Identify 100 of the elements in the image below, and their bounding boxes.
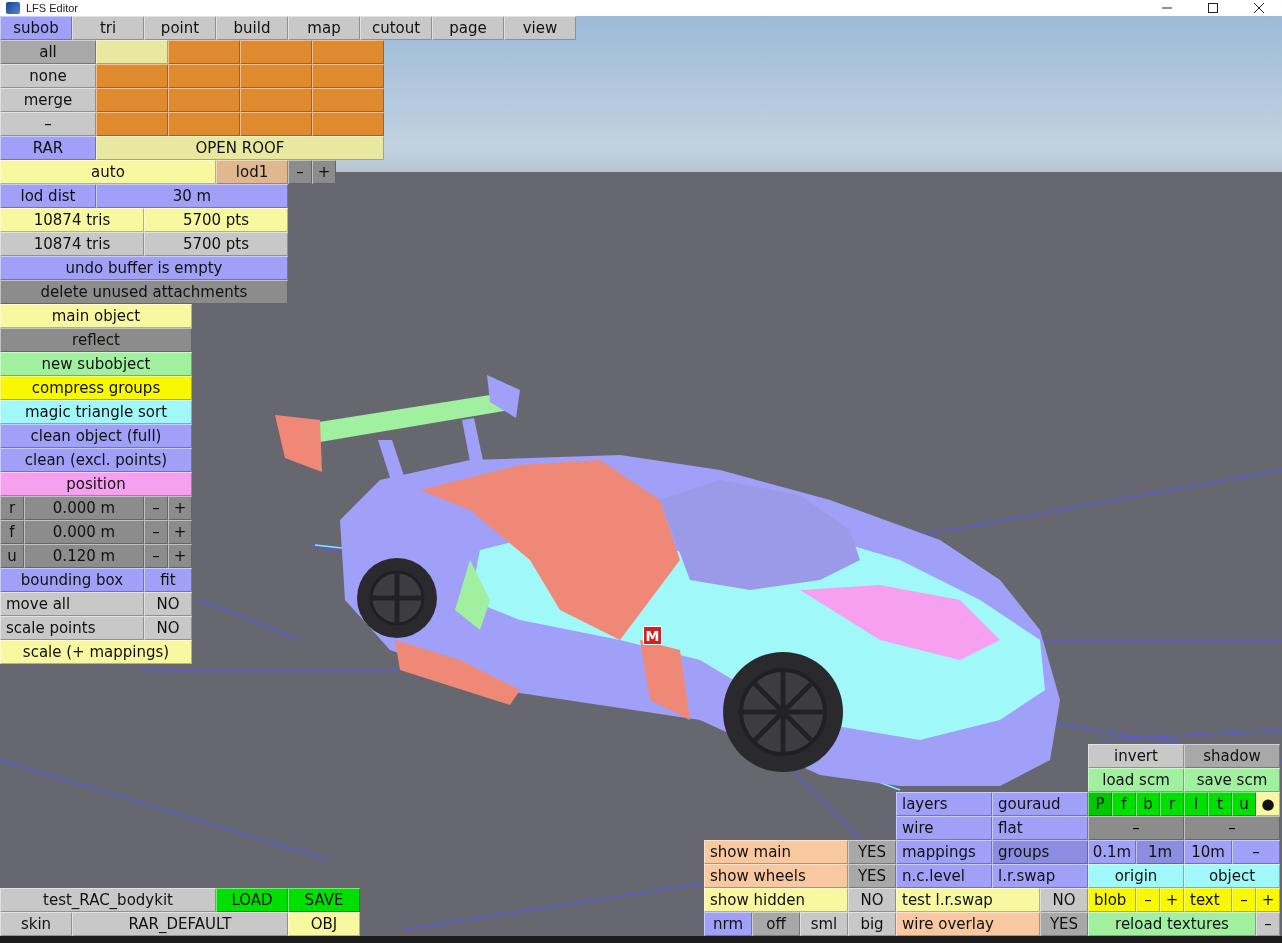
panel-button[interactable]: – — [144, 544, 168, 568]
group-slot-button[interactable] — [96, 112, 168, 136]
panel-button[interactable]: ● — [1256, 792, 1280, 816]
mode-tab[interactable]: point — [144, 16, 216, 40]
panel-button[interactable]: sml — [800, 912, 848, 936]
panel-button[interactable]: + — [168, 496, 192, 520]
panel-button[interactable]: YES — [848, 864, 896, 888]
mode-tab[interactable]: page — [432, 16, 504, 40]
panel-button[interactable]: fit — [144, 568, 192, 592]
panel-button[interactable]: flat — [992, 816, 1088, 840]
panel-button[interactable]: 0.000 m — [24, 496, 144, 520]
panel-button[interactable]: move all — [0, 592, 144, 616]
panel-button[interactable]: nrm — [704, 912, 752, 936]
group-slot-button[interactable] — [168, 112, 240, 136]
panel-button[interactable]: – — [144, 496, 168, 520]
panel-button[interactable]: all — [0, 40, 96, 64]
panel-button[interactable]: u — [1232, 792, 1256, 816]
panel-button[interactable]: NO — [144, 592, 192, 616]
panel-button[interactable]: test l.r.swap — [896, 888, 1040, 912]
panel-button[interactable]: main object — [0, 304, 192, 328]
panel-button[interactable]: + — [168, 520, 192, 544]
panel-button[interactable]: new subobject — [0, 352, 192, 376]
panel-button[interactable]: 10m — [1184, 840, 1232, 864]
panel-button[interactable]: magic triangle sort — [0, 400, 192, 424]
group-slot-button[interactable] — [240, 40, 312, 64]
panel-button[interactable]: bounding box — [0, 568, 144, 592]
panel-button[interactable]: test_RAC_bodykit — [0, 888, 216, 912]
panel-button[interactable]: origin — [1088, 864, 1184, 888]
panel-button[interactable]: 0.000 m — [24, 520, 144, 544]
panel-button[interactable]: undo buffer is empty — [0, 256, 288, 280]
panel-button[interactable]: show wheels — [704, 864, 848, 888]
panel-button[interactable]: wire overlay — [896, 912, 1040, 936]
panel-button[interactable]: NO — [848, 888, 896, 912]
panel-button[interactable]: mappings — [896, 840, 992, 864]
panel-button[interactable]: show hidden — [704, 888, 848, 912]
panel-button[interactable]: load scm — [1088, 768, 1184, 792]
panel-button[interactable]: – — [288, 160, 312, 184]
group-slot-button[interactable] — [240, 88, 312, 112]
group-slot-button[interactable] — [96, 88, 168, 112]
panel-button[interactable]: 0.120 m — [24, 544, 144, 568]
panel-button[interactable]: – — [144, 520, 168, 544]
panel-button[interactable]: – — [1184, 816, 1280, 840]
panel-button[interactable]: b — [1136, 792, 1160, 816]
panel-button[interactable]: l.r.swap — [992, 864, 1088, 888]
panel-button[interactable]: lod1 — [216, 160, 288, 184]
panel-button[interactable]: + — [1256, 888, 1280, 912]
panel-button[interactable]: 10874 tris — [0, 232, 144, 256]
panel-button[interactable]: f — [0, 520, 24, 544]
panel-button[interactable]: + — [312, 160, 336, 184]
panel-button[interactable]: clean (excl. points) — [0, 448, 192, 472]
panel-button[interactable]: SAVE — [288, 888, 360, 912]
panel-button[interactable]: – — [1232, 888, 1256, 912]
panel-button[interactable]: u — [0, 544, 24, 568]
mode-tab[interactable]: tri — [72, 16, 144, 40]
panel-button[interactable]: n.c.level — [896, 864, 992, 888]
mode-tab[interactable]: cutout — [360, 16, 432, 40]
group-slot-button[interactable] — [168, 40, 240, 64]
panel-button[interactable]: – — [1232, 840, 1280, 864]
panel-button[interactable]: save scm — [1184, 768, 1280, 792]
mode-tab[interactable]: map — [288, 16, 360, 40]
group-slot-button[interactable] — [96, 64, 168, 88]
panel-button[interactable]: delete unused attachments — [0, 280, 288, 304]
panel-button[interactable]: YES — [848, 840, 896, 864]
panel-button[interactable]: scale points — [0, 616, 144, 640]
panel-button[interactable]: 0.1m — [1088, 840, 1136, 864]
panel-button[interactable]: + — [168, 544, 192, 568]
group-slot-button[interactable] — [240, 64, 312, 88]
group-slot-button[interactable] — [312, 40, 384, 64]
panel-button[interactable]: 30 m — [96, 184, 288, 208]
panel-button[interactable]: r — [0, 496, 24, 520]
panel-button[interactable]: 10874 tris — [0, 208, 144, 232]
panel-button[interactable]: shadow — [1184, 744, 1280, 768]
panel-button[interactable]: l — [1184, 792, 1208, 816]
group-slot-button[interactable] — [312, 112, 384, 136]
mode-tab[interactable]: view — [504, 16, 576, 40]
panel-button[interactable]: blob — [1088, 888, 1136, 912]
panel-button[interactable]: none — [0, 64, 96, 88]
group-slot-button[interactable] — [312, 64, 384, 88]
panel-button[interactable]: skin — [0, 912, 72, 936]
panel-button[interactable]: invert — [1088, 744, 1184, 768]
panel-button[interactable]: – — [1136, 888, 1160, 912]
panel-button[interactable]: 1m — [1136, 840, 1184, 864]
panel-button[interactable]: compress groups — [0, 376, 192, 400]
panel-button[interactable]: object — [1184, 864, 1280, 888]
group-slot-button[interactable] — [168, 64, 240, 88]
panel-button[interactable]: P — [1088, 792, 1112, 816]
panel-button[interactable]: off — [752, 912, 800, 936]
panel-button[interactable]: t — [1208, 792, 1232, 816]
3d-viewport[interactable] — [0, 16, 1282, 936]
panel-button[interactable]: + — [1160, 888, 1184, 912]
panel-button[interactable]: show main — [704, 840, 848, 864]
panel-button[interactable]: OPEN ROOF — [96, 136, 384, 160]
panel-button[interactable]: big — [848, 912, 896, 936]
panel-button[interactable]: layers — [896, 792, 992, 816]
panel-button[interactable]: groups — [992, 840, 1088, 864]
panel-button[interactable]: – — [1256, 912, 1280, 936]
group-slot-button[interactable] — [168, 88, 240, 112]
panel-button[interactable]: YES — [1040, 912, 1088, 936]
panel-button[interactable]: – — [0, 112, 96, 136]
panel-button[interactable]: wire — [896, 816, 992, 840]
